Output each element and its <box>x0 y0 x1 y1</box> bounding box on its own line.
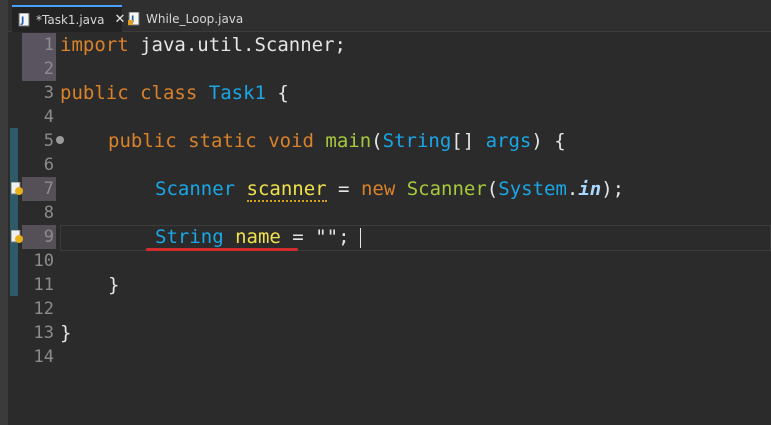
line-number: 8 <box>43 203 54 223</box>
java-file-icon: J <box>18 12 31 27</box>
code-line-3: public class Task1 { <box>60 82 289 104</box>
code-line-1: import java.util.Scanner; <box>60 34 346 56</box>
warning-lightbulb-icon[interactable] <box>10 229 23 243</box>
tab-task1[interactable]: J *Task1.java ✕ <box>12 5 125 32</box>
line-number: 7 <box>43 179 54 199</box>
java-file-icon: J <box>128 11 141 26</box>
warning-lightbulb-icon[interactable] <box>10 181 23 195</box>
line-number: 6 <box>43 155 54 175</box>
line-number: 2 <box>43 59 54 79</box>
line-number: 4 <box>43 107 54 127</box>
line-number: 10 <box>33 251 54 271</box>
line-number: 13 <box>33 323 54 343</box>
text-cursor <box>360 228 361 248</box>
code-line-11: } <box>108 274 120 296</box>
line-number: 12 <box>33 299 54 319</box>
svg-text:J: J <box>20 16 24 26</box>
line-number: 1 <box>43 35 54 55</box>
code-editor[interactable]: 1 2 3 4 5 6 7 8 9 10 11 12 13 14 import … <box>8 32 771 425</box>
line-number: 11 <box>33 275 54 295</box>
code-line-7: Scanner scanner = new Scanner(System.in)… <box>155 178 625 202</box>
editor-tab-bar: J *Task1.java ✕ J While_Loop.java <box>8 0 771 32</box>
line-number: 14 <box>33 347 54 367</box>
code-line-13: } <box>60 322 72 344</box>
tab-while-loop[interactable]: J While_Loop.java <box>122 6 244 31</box>
fold-collapse-icon[interactable] <box>56 136 64 144</box>
line-number: 5 <box>43 131 54 151</box>
tab-label: *Task1.java <box>36 12 105 27</box>
line-number: 3 <box>43 83 54 103</box>
error-underline <box>146 248 298 251</box>
code-line-5: public static void main(String[] args) { <box>108 130 566 152</box>
line-number: 9 <box>43 227 54 247</box>
tab-label: While_Loop.java <box>146 11 244 26</box>
code-line-9: String name = ""; <box>155 226 350 250</box>
